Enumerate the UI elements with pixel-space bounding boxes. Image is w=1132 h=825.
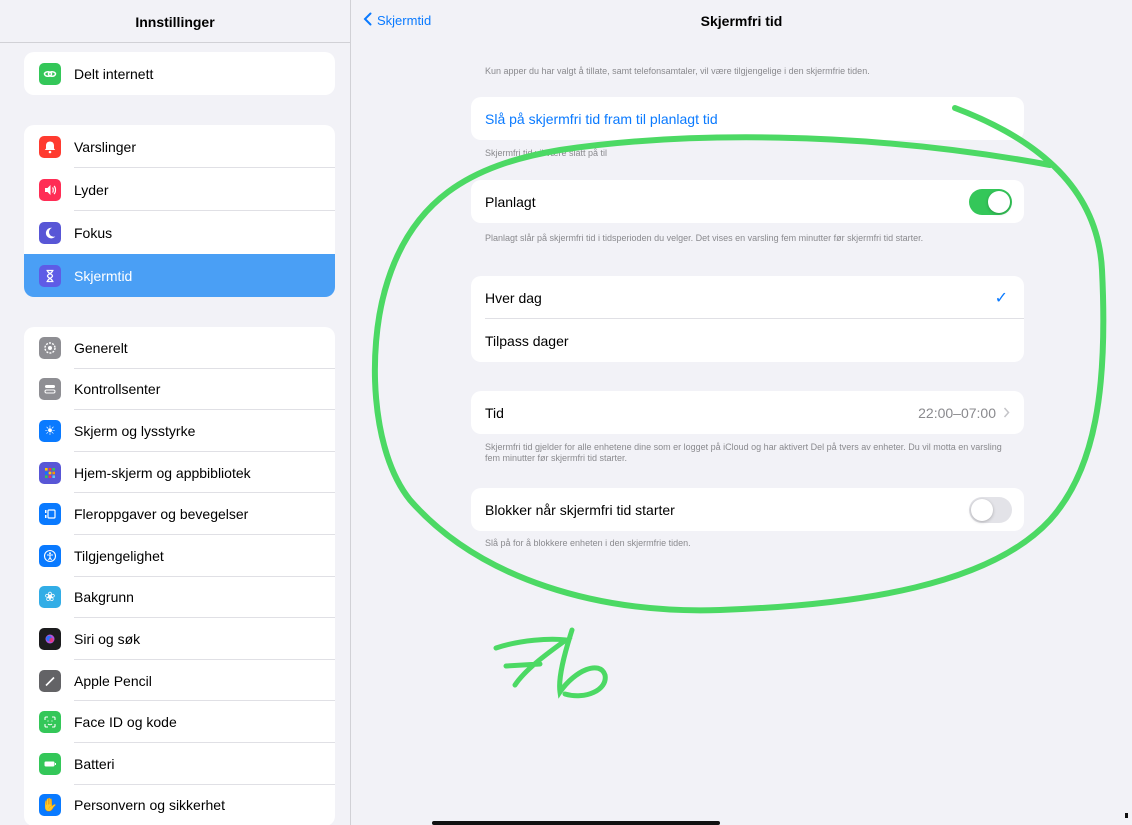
time-note: Skjermfri tid gjelder for alle enhetene …: [485, 442, 1002, 463]
sidebar-item-varslinger[interactable]: Varslinger: [24, 125, 335, 168]
multitask-icon: [39, 503, 61, 526]
sidebar-item-label: Kontrollsenter: [74, 381, 161, 398]
sidebar-item-personvern[interactable]: ✋ Personvern og sikkerhet: [24, 785, 335, 825]
faceid-icon: [39, 711, 61, 734]
sidebar-item-fleroppgaver[interactable]: Fleroppgaver og bevegelser: [24, 493, 335, 535]
bell-icon: [39, 135, 61, 158]
moon-icon: [39, 221, 61, 244]
sidebar-item-delt-internett[interactable]: Delt internett: [24, 52, 335, 95]
checkmark-icon: ✓: [994, 289, 1008, 307]
time-value: 22:00–07:00: [918, 404, 996, 421]
sidebar-item-label: Batteri: [74, 755, 115, 772]
block-card: Blokker når skjermfri tid starter: [471, 488, 1024, 531]
scheduled-row: Planlagt: [471, 180, 1024, 223]
scheduled-toggle[interactable]: [969, 188, 1012, 215]
sidebar-item-bakgrunn[interactable]: ❀ Bakgrunn: [24, 577, 335, 619]
sidebar-item-label: Lyder: [74, 181, 109, 198]
toggle-knob: [988, 190, 1010, 213]
block-label: Blokker når skjermfri tid starter: [485, 501, 675, 518]
custom-days-option[interactable]: Tilpass dager: [471, 319, 1024, 362]
battery-icon: [39, 752, 61, 775]
sidebar-item-label: Hjem-skjerm og appbibliotek: [74, 464, 251, 481]
days-card: Hver dag ✓ Tilpass dager: [471, 276, 1024, 362]
sidebar-divider: [0, 42, 350, 43]
scheduled-card: Planlagt: [471, 180, 1024, 223]
flower-icon: ❀: [39, 586, 61, 609]
sidebar-item-label: Bakgrunn: [74, 589, 134, 606]
sidebar-item-label: Skjermtid: [74, 267, 133, 284]
sidebar-item-skjermtid[interactable]: Skjermtid: [24, 254, 335, 297]
sidebar-group-notifications: Varslinger Lyder Fokus Skjermtid: [24, 125, 335, 297]
switches-icon: [39, 378, 61, 401]
sidebar-item-hjem-skjerm[interactable]: Hjem-skjerm og appbibliotek: [24, 452, 335, 494]
every-day-option[interactable]: Hver dag ✓: [471, 276, 1024, 319]
link-icon: [39, 62, 61, 85]
sidebar-item-label: Personvern og sikkerhet: [74, 797, 225, 814]
sidebar-item-generelt[interactable]: Generelt: [24, 327, 335, 369]
sidebar-item-label: Varslinger: [74, 138, 136, 155]
sidebar-item-face-id[interactable]: Face ID og kode: [24, 701, 335, 743]
sidebar-group-general: Generelt Kontrollsenter ☀ Skjerm og lyss…: [24, 327, 335, 825]
sidebar-item-label: Generelt: [74, 339, 128, 356]
sidebar-item-label: Fokus: [74, 224, 113, 241]
option-label: Tilpass dager: [485, 332, 569, 349]
sidebar-item-apple-pencil[interactable]: Apple Pencil: [24, 660, 335, 702]
home-indicator: [432, 821, 720, 825]
detail-pane: Skjermtid Skjermfri tid Kun apper du har…: [351, 0, 1132, 825]
scroll-indicator: [1125, 813, 1128, 818]
pencil-icon: [39, 669, 61, 692]
sidebar-item-label: Delt internett: [74, 65, 154, 82]
chevron-right-icon: [1003, 405, 1010, 421]
sidebar-item-lyder[interactable]: Lyder: [24, 168, 335, 211]
turn-on-note: Skjermfri tid vil være slått på til: [485, 148, 608, 158]
sidebar-group-connectivity: Delt internett: [24, 52, 335, 95]
time-card: Tid 22:00–07:00: [471, 391, 1024, 434]
scheduled-note: Planlagt slår på skjermfri tid i tidsper…: [485, 233, 924, 243]
hand-icon: ✋: [39, 794, 61, 817]
sidebar-item-skjerm-og-lysstyrke[interactable]: ☀ Skjerm og lysstyrke: [24, 410, 335, 452]
grid-icon: [39, 461, 61, 484]
sidebar-item-label: Fleroppgaver og bevegelser: [74, 506, 249, 523]
siri-icon: [39, 627, 61, 650]
option-label: Hver dag: [485, 289, 542, 306]
settings-sidebar: Innstillinger Delt internett Varslinger …: [0, 0, 351, 825]
sidebar-title: Innstillinger: [135, 14, 215, 30]
sidebar-item-label: Apple Pencil: [74, 672, 152, 689]
speaker-icon: [39, 178, 61, 201]
sun-icon: ☀: [39, 419, 61, 442]
sidebar-item-batteri[interactable]: Batteri: [24, 743, 335, 785]
turn-on-label: Slå på skjermfri tid fram til planlagt t…: [485, 110, 718, 127]
page-title: Skjermfri tid: [700, 13, 783, 29]
sidebar-item-siri-og-sok[interactable]: Siri og søk: [24, 618, 335, 660]
sidebar-item-tilgjengelighet[interactable]: Tilgjengelighet: [24, 535, 335, 577]
gear-icon: [39, 336, 61, 359]
sidebar-item-label: Face ID og kode: [74, 714, 177, 731]
accessibility-icon: [39, 544, 61, 567]
block-note: Slå på for å blokkere enheten i den skje…: [485, 538, 691, 548]
scheduled-label: Planlagt: [485, 193, 536, 210]
time-row[interactable]: Tid 22:00–07:00: [471, 391, 1024, 434]
sidebar-item-label: Skjerm og lysstyrke: [74, 422, 196, 439]
sidebar-item-label: Tilgjengelighet: [74, 547, 164, 564]
hourglass-icon: [39, 264, 61, 287]
block-row: Blokker når skjermfri tid starter: [471, 488, 1024, 531]
sidebar-item-label: Siri og søk: [74, 630, 141, 647]
sidebar-item-kontrollsenter[interactable]: Kontrollsenter: [24, 369, 335, 411]
turn-on-until-scheduled-button[interactable]: Slå på skjermfri tid fram til planlagt t…: [471, 97, 1024, 140]
time-label: Tid: [485, 404, 504, 421]
turn-on-card: Slå på skjermfri tid fram til planlagt t…: [471, 97, 1024, 140]
toggle-knob: [971, 498, 993, 521]
sidebar-item-fokus[interactable]: Fokus: [24, 211, 335, 254]
intro-note: Kun apper du har valgt å tillate, samt t…: [485, 66, 870, 76]
block-toggle[interactable]: [969, 496, 1012, 523]
